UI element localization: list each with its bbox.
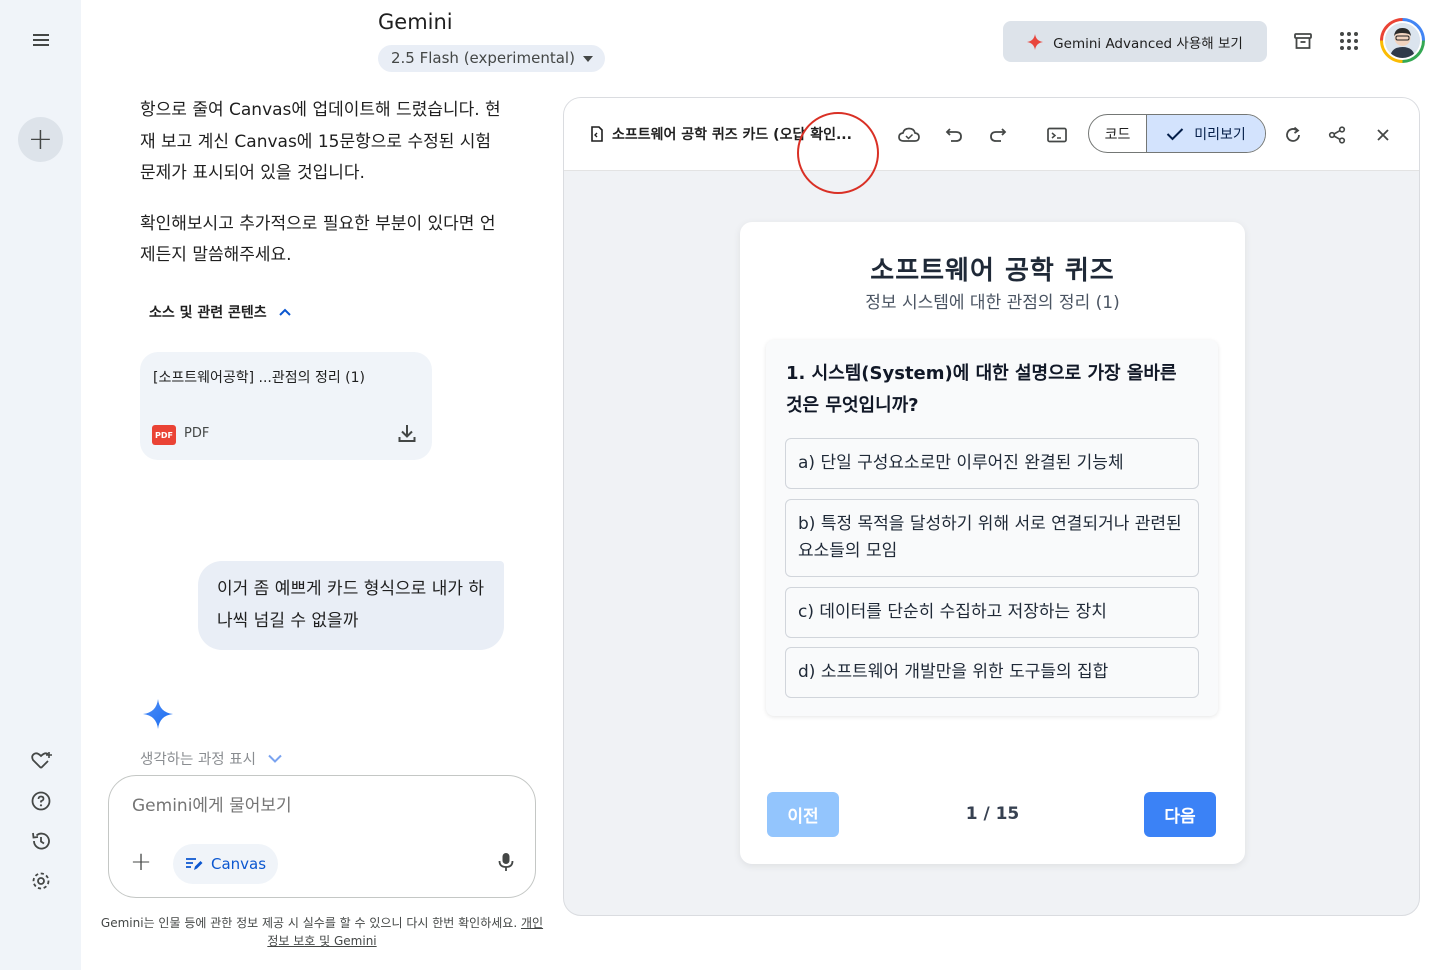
canvas-doc-title-text: 소프트웨어 공학 퀴즈 카드 (오답 확인... xyxy=(612,127,852,143)
assistant-paragraph: 확인해보시고 추가적으로 필요한 부분이 있다면 언제든지 말씀해주세요. xyxy=(140,213,496,266)
redo-button[interactable] xyxy=(984,121,1012,149)
avatar xyxy=(1383,21,1422,60)
apps-button[interactable] xyxy=(1333,25,1365,57)
option-a[interactable]: a) 단일 구성요소로만 이루어진 완결된 기능체 xyxy=(785,438,1199,489)
account-avatar[interactable] xyxy=(1380,18,1425,63)
source-title: [소프트웨어공학] ...관점의 정리 (1) xyxy=(153,370,366,386)
share-icon xyxy=(1328,126,1346,144)
download-icon[interactable] xyxy=(396,422,418,444)
chevron-down-icon xyxy=(268,754,282,763)
try-advanced-button[interactable]: Gemini Advanced 사용해 보기 xyxy=(1003,21,1267,62)
next-button[interactable]: 다음 xyxy=(1144,792,1216,837)
undo-button[interactable] xyxy=(940,121,968,149)
console-icon xyxy=(1047,127,1067,143)
document-icon xyxy=(591,126,603,142)
canvas-doc-title[interactable]: 소프트웨어 공학 퀴즈 카드 (오답 확인... xyxy=(590,124,852,144)
cloud-icon xyxy=(898,127,920,142)
gem-manager-button[interactable] xyxy=(24,744,58,778)
model-selector[interactable]: 2.5 Flash (experimental) xyxy=(378,45,605,72)
disclaimer: Gemini는 인물 등에 관한 정보 제공 시 실수를 할 수 있으니 다시 … xyxy=(100,914,544,950)
help-icon xyxy=(31,791,51,811)
history-icon xyxy=(32,832,50,850)
apps-grid-icon xyxy=(1340,32,1358,50)
view-toggle: 코드 미리보기 xyxy=(1088,114,1266,153)
disclaimer-text: Gemini는 인물 등에 관한 정보 제공 시 실수를 할 수 있으니 다시 … xyxy=(100,916,518,930)
assistant-message: 항으로 줄여 Canvas에 업데이트해 드렸습니다. 현재 보고 계신 Can… xyxy=(140,95,510,291)
sources-label: 소스 및 관련 콘텐츠 xyxy=(149,305,267,321)
new-chat-icon: + xyxy=(27,122,54,157)
menu-button[interactable] xyxy=(20,19,62,61)
app-title: Gemini xyxy=(378,10,453,34)
settings-button[interactable] xyxy=(24,864,58,898)
plus-icon: + xyxy=(130,847,152,877)
side-rail: + xyxy=(0,0,81,970)
model-label: 2.5 Flash (experimental) xyxy=(391,49,575,67)
tab-code[interactable]: 코드 xyxy=(1089,115,1147,152)
refresh-icon xyxy=(1286,126,1300,142)
undo-icon xyxy=(945,128,962,142)
canvas-panel: 소프트웨어 공학 퀴즈 카드 (오답 확인... 코드 미리보기 소프트웨어 공… xyxy=(563,97,1420,916)
source-type: PDF xyxy=(184,426,210,441)
show-thinking-toggle[interactable]: 생각하는 과정 표시 xyxy=(140,748,282,769)
canvas-chip-label: Canvas xyxy=(211,855,267,873)
option-b[interactable]: b) 특정 목적을 달성하기 위해 서로 연결되거나 관련된 요소들의 모임 xyxy=(785,499,1199,577)
question-box: 1. 시스템(System)에 대한 설명으로 가장 올바른 것은 무엇입니까?… xyxy=(766,340,1218,716)
prompt-input[interactable] xyxy=(132,796,472,816)
gem-icon xyxy=(31,752,52,769)
show-thinking-label: 생각하는 과정 표시 xyxy=(140,752,256,768)
close-icon xyxy=(1377,129,1389,141)
try-advanced-label: Gemini Advanced 사용해 보기 xyxy=(1053,35,1243,52)
pdf-file-icon: PDF xyxy=(152,425,176,445)
assistant-paragraph: 항으로 줄여 Canvas에 업데이트해 드렸습니다. 현재 보고 계신 Can… xyxy=(140,100,501,183)
caret-down-icon xyxy=(582,56,593,62)
add-attachment-button[interactable]: + xyxy=(127,847,155,877)
option-c[interactable]: c) 데이터를 단순히 수집하고 저장하는 장치 xyxy=(785,587,1199,638)
gemini-spark-icon xyxy=(143,699,173,729)
user-message: 이거 좀 예쁘게 카드 형식으로 내가 하나씩 넘길 수 없을까 xyxy=(198,561,504,650)
cloud-save-button[interactable] xyxy=(895,121,923,149)
quiz-card: 소프트웨어 공학 퀴즈 정보 시스템에 대한 관점의 정리 (1) 1. 시스템… xyxy=(740,222,1245,864)
redo-icon xyxy=(990,128,1007,142)
menu-icon xyxy=(33,34,49,46)
prompt-box: + Canvas xyxy=(108,775,536,898)
tab-preview[interactable]: 미리보기 xyxy=(1147,115,1265,152)
canvas-toolbar: 소프트웨어 공학 퀴즈 카드 (오답 확인... 코드 미리보기 xyxy=(564,98,1419,194)
quiz-subtitle: 정보 시스템에 대한 관점의 정리 (1) xyxy=(865,293,1120,313)
sources-toggle[interactable]: 소스 및 관련 콘텐츠 xyxy=(149,302,291,322)
share-button[interactable] xyxy=(1323,121,1351,149)
canvas-icon xyxy=(186,858,203,870)
source-card[interactable]: [소프트웨어공학] ...관점의 정리 (1) PDF PDF xyxy=(140,352,432,460)
check-icon xyxy=(1167,127,1184,140)
tab-preview-label: 미리보기 xyxy=(1194,126,1246,143)
archive-button[interactable] xyxy=(1287,25,1319,57)
question-text: 1. 시스템(System)에 대한 설명으로 가장 올바른 것은 무엇입니까? xyxy=(786,363,1177,416)
settings-icon xyxy=(32,872,50,890)
new-chat-button[interactable]: + xyxy=(18,117,63,162)
console-button[interactable] xyxy=(1043,121,1071,149)
mic-icon[interactable] xyxy=(494,850,518,874)
help-button[interactable] xyxy=(24,784,58,818)
refresh-button[interactable] xyxy=(1279,121,1307,149)
chevron-up-icon xyxy=(278,308,291,316)
option-d[interactable]: d) 소프트웨어 개발만을 위한 도구들의 집합 xyxy=(785,647,1199,698)
archive-icon xyxy=(1294,33,1312,49)
canvas-chip[interactable]: Canvas xyxy=(173,844,279,884)
sparkle-icon xyxy=(1027,33,1044,50)
activity-button[interactable] xyxy=(24,824,58,858)
quiz-title: 소프트웨어 공학 퀴즈 xyxy=(870,256,1115,286)
close-canvas-button[interactable] xyxy=(1369,121,1397,149)
